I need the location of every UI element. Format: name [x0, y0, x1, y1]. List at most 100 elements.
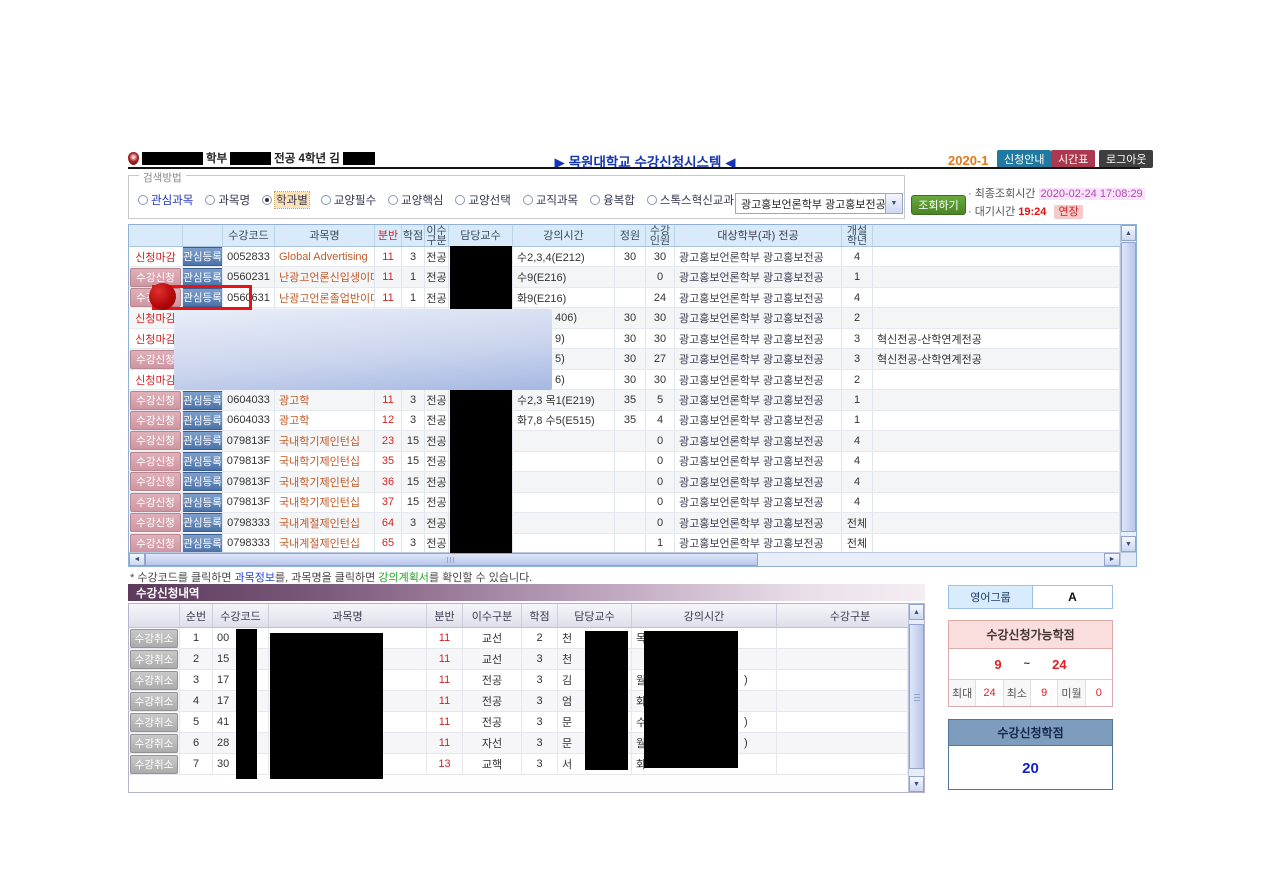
arrow-up-icon: ▲ — [1125, 230, 1132, 237]
course-code-link[interactable]: 0052833 — [223, 247, 275, 266]
applied-credits-value: 20 — [949, 746, 1112, 790]
apply-status-button[interactable]: 수강신청 — [130, 493, 181, 512]
search-method-option[interactable]: 관심과목 — [138, 192, 193, 208]
apply-status-button[interactable]: 신청마감 — [135, 310, 175, 326]
course-name-link[interactable]: 난광고언론졸업반이다 — [275, 288, 375, 307]
interest-register-button[interactable]: 관심등록 — [183, 534, 223, 552]
cancel-enrollment-button[interactable]: 수강취소 — [130, 755, 179, 774]
extra-major-cell — [873, 534, 1120, 552]
radio-icon[interactable] — [388, 195, 398, 205]
apply-status-button[interactable]: 신청마감 — [135, 249, 175, 265]
course-name-link[interactable]: 국내계절제인턴십 — [275, 513, 375, 532]
course-name-link[interactable]: 국내계절제인턴십 — [275, 534, 375, 552]
course-code-link[interactable]: 0798333 — [223, 534, 275, 552]
scroll-down-button[interactable]: ▼ — [909, 776, 924, 792]
scroll-up-button[interactable]: ▲ — [909, 604, 924, 620]
interest-register-button[interactable]: 관심등록 — [183, 452, 223, 471]
interest-register-button[interactable]: 관심등록 — [183, 391, 223, 410]
cancel-enrollment-button[interactable]: 수강취소 — [130, 692, 179, 711]
apply-status-button[interactable]: 신청마감 — [135, 331, 175, 347]
search-method-option[interactable]: 교직과목 — [523, 192, 578, 208]
timetable-button[interactable]: 시간표 — [1051, 150, 1095, 168]
radio-icon[interactable] — [262, 195, 272, 205]
radio-icon[interactable] — [205, 195, 215, 205]
apply-status-button[interactable]: 수강신청 — [130, 472, 181, 491]
radio-icon[interactable] — [321, 195, 331, 205]
search-method-option[interactable]: 과목명 — [205, 192, 250, 208]
department-select[interactable]: 광고홍보언론학부 광고홍보전공 ▼ — [735, 193, 903, 214]
query-button[interactable]: 조회하기 — [911, 195, 966, 215]
course-code-link[interactable]: 0604033 — [223, 411, 275, 430]
radio-icon[interactable] — [138, 195, 148, 205]
interest-register-button[interactable]: 관심등록 — [183, 247, 223, 266]
enrollment-vertical-scrollbar[interactable]: ▲ ▼ — [908, 604, 924, 792]
apply-status-button[interactable]: 수강신청 — [130, 452, 181, 471]
apply-status-button[interactable]: 수강신청 — [130, 391, 181, 410]
search-method-option[interactable]: 교양선택 — [455, 192, 510, 208]
course-name-link[interactable]: 국내학기제인턴십 — [275, 431, 375, 450]
course-name-link[interactable]: 국내학기제인턴십 — [275, 493, 375, 512]
apply-status-button[interactable]: 신청마감 — [135, 372, 175, 388]
course-code-link[interactable]: 079813F — [223, 431, 275, 450]
radio-label: 관심과목 — [151, 192, 193, 208]
interest-register-button[interactable]: 관심등록 — [183, 493, 223, 512]
radio-icon[interactable] — [590, 195, 600, 205]
arrow-left-icon: ◄ — [134, 556, 141, 563]
logout-button[interactable]: 로그아웃 — [1099, 150, 1153, 168]
english-group-label: 영어그룹 — [949, 586, 1033, 608]
scroll-left-button[interactable]: ◄ — [129, 553, 145, 566]
course-code-link[interactable]: 079813F — [223, 472, 275, 491]
apply-status-button[interactable]: 수강신청 — [130, 431, 181, 450]
scroll-right-button[interactable]: ► — [1104, 553, 1120, 566]
course-code-link[interactable]: 079813F — [223, 493, 275, 512]
cancel-enrollment-button[interactable]: 수강취소 — [130, 650, 179, 669]
completion-type-cell: 전공 — [463, 691, 522, 711]
cancel-enrollment-button[interactable]: 수강취소 — [130, 671, 179, 690]
search-method-option[interactable]: 융복합 — [590, 192, 635, 208]
radio-icon[interactable] — [455, 195, 465, 205]
scroll-down-button[interactable]: ▼ — [1121, 536, 1136, 552]
search-method-option[interactable]: 학과별 — [262, 192, 309, 208]
course-name-link[interactable]: 난광고언론신입생이다 — [275, 267, 375, 286]
radio-icon[interactable] — [647, 195, 657, 205]
interest-register-button[interactable]: 관심등록 — [183, 472, 223, 491]
course-code-link[interactable]: 0604033 — [223, 390, 275, 409]
course-name-link[interactable]: 광고학 — [275, 411, 375, 430]
apply-status-button[interactable]: 수강신청 — [130, 534, 181, 552]
course-name-link[interactable]: 광고학 — [275, 390, 375, 409]
cancel-enrollment-button[interactable]: 수강취소 — [130, 629, 179, 648]
apply-status-button[interactable]: 수강신청 — [130, 411, 181, 430]
footnote-text: 를, 과목명을 클릭하면 — [275, 572, 378, 584]
course-name-link[interactable]: 국내학기제인턴십 — [275, 452, 375, 471]
cancel-enrollment-button[interactable]: 수강취소 — [130, 713, 179, 732]
chevron-down-icon[interactable]: ▼ — [885, 194, 902, 213]
extra-major-cell — [873, 267, 1120, 286]
enrollment-table-header: 순번 수강코드 과목명 분반 이수구분 학점 담당교수 강의시간 수강구분 — [129, 604, 924, 628]
search-method-option[interactable]: 스톡스혁신교과 — [647, 192, 734, 208]
vertical-scrollbar[interactable]: ▲ ▼ — [1120, 225, 1136, 552]
interest-register-button[interactable]: 관심등록 — [183, 411, 223, 430]
interest-register-button[interactable]: 관심등록 — [183, 268, 223, 287]
course-name-link[interactable]: Global Advertising — [275, 247, 375, 266]
scroll-up-button[interactable]: ▲ — [1121, 225, 1136, 241]
open-grade-cell: 1 — [842, 390, 873, 409]
apply-status-button[interactable]: 수강신청 — [130, 513, 181, 532]
interest-register-button[interactable]: 관심등록 — [183, 513, 223, 532]
course-name-link[interactable]: 국내학기제인턴십 — [275, 472, 375, 491]
course-code-link[interactable]: 079813F — [223, 452, 275, 471]
extend-button[interactable]: 연장 — [1054, 205, 1082, 219]
application-guide-button[interactable]: 신청안내 — [997, 150, 1051, 168]
name-column-redaction-box — [270, 633, 383, 779]
enrollment-scrollbar-thumb[interactable] — [909, 624, 924, 769]
section-cell: 11 — [375, 267, 402, 286]
horizontal-scrollbar[interactable]: ◄ ► — [129, 552, 1120, 566]
lecture-time-suffix: ) — [744, 716, 748, 728]
search-method-option[interactable]: 교양핵심 — [388, 192, 443, 208]
radio-icon[interactable] — [523, 195, 533, 205]
cancel-enrollment-button[interactable]: 수강취소 — [130, 734, 179, 753]
vertical-scrollbar-thumb[interactable] — [1121, 242, 1136, 532]
interest-register-button[interactable]: 관심등록 — [183, 431, 223, 450]
course-code-link[interactable]: 0798333 — [223, 513, 275, 532]
horizontal-scrollbar-thumb[interactable] — [145, 553, 758, 566]
search-method-option[interactable]: 교양필수 — [321, 192, 376, 208]
